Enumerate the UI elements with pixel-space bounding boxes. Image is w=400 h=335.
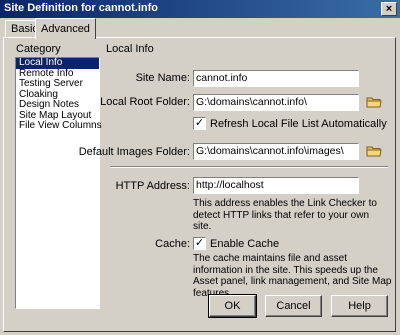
help-button[interactable]: Help xyxy=(331,295,388,317)
refresh-checkbox[interactable]: ✓ xyxy=(193,117,206,130)
http-address-input[interactable]: http://localhost xyxy=(193,177,359,194)
tab-advanced[interactable]: Advanced xyxy=(35,18,96,39)
close-button[interactable]: × xyxy=(381,2,397,16)
site-name-label: Site Name: xyxy=(135,72,190,84)
default-images-input[interactable]: G:\domains\cannot.info\images\ xyxy=(193,143,359,160)
local-root-input[interactable]: G:\domains\cannot.info\ xyxy=(193,94,359,111)
ok-button[interactable]: OK xyxy=(208,294,257,318)
cache-label: Cache: xyxy=(155,238,190,250)
title-bar: Site Definition for cannot.info × xyxy=(0,0,400,18)
category-item-local-info[interactable]: Local Info xyxy=(16,57,99,69)
category-list[interactable]: Local Info Remote Info Testing Server Cl… xyxy=(15,57,102,309)
category-item-design-notes[interactable]: Design Notes xyxy=(16,99,99,111)
enable-cache-checkbox[interactable]: ✓ xyxy=(193,237,206,250)
default-images-label: Default Images Folder: xyxy=(78,146,190,158)
category-heading: Category xyxy=(16,43,61,55)
window-title: Site Definition for cannot.info xyxy=(4,2,158,14)
local-root-label: Local Root Folder: xyxy=(100,96,190,108)
http-description: This address enables the Link Checker to… xyxy=(193,198,377,232)
folder-icon[interactable] xyxy=(366,95,382,109)
category-item-testing-server[interactable]: Testing Server xyxy=(16,78,99,90)
http-address-label: HTTP Address: xyxy=(115,180,190,192)
refresh-label: Refresh Local File List Automatically xyxy=(210,118,387,130)
site-name-input[interactable]: cannot.info xyxy=(193,70,359,87)
enable-cache-label: Enable Cache xyxy=(210,238,280,250)
section-title: Local Info xyxy=(106,43,154,55)
close-icon: × xyxy=(385,3,393,15)
folder-icon[interactable] xyxy=(366,144,382,158)
cache-description: The cache maintains file and asset infor… xyxy=(193,253,392,299)
cancel-button[interactable]: Cancel xyxy=(265,295,322,317)
separator xyxy=(110,166,388,168)
category-item-file-view-columns[interactable]: File View Columns xyxy=(16,120,102,132)
